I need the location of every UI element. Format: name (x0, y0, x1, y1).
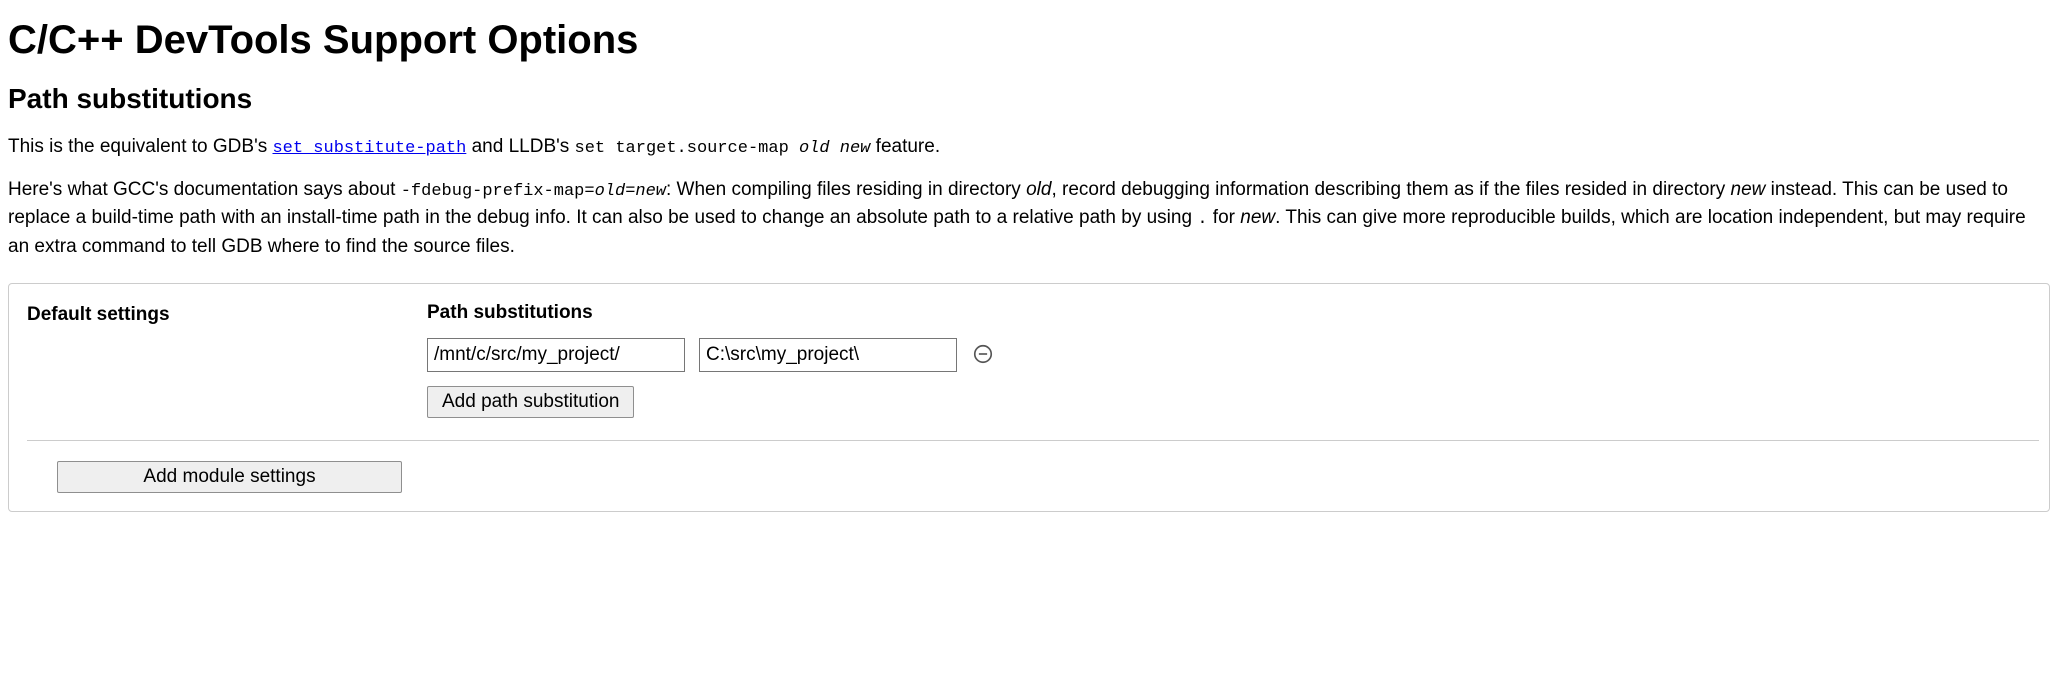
path-to-input[interactable] (699, 338, 957, 372)
set-substitute-path-link[interactable]: set substitute-path (272, 139, 466, 158)
settings-panel: Default settings Path substitutions Add … (8, 283, 2050, 512)
code-fdebug-prefix-map: -fdebug-prefix-map= (401, 182, 595, 201)
path-substitution-row (427, 338, 2039, 372)
remove-path-button[interactable] (971, 343, 995, 367)
path-from-input[interactable] (427, 338, 685, 372)
add-path-substitution-button[interactable]: Add path substitution (427, 386, 634, 418)
code-set-target-source-map: set target.source-map (575, 139, 799, 158)
page-title: C/C++ DevTools Support Options (8, 18, 2050, 63)
divider (27, 440, 2039, 441)
path-substitutions-label: Path substitutions (427, 302, 2039, 324)
section-heading: Path substitutions (8, 83, 2050, 115)
description-paragraph-2: Here's what GCC's documentation says abo… (8, 176, 2050, 262)
default-settings-label: Default settings (27, 302, 427, 326)
description-paragraph-1: This is the equivalent to GDB's set subs… (8, 133, 2050, 162)
add-module-settings-button[interactable]: Add module settings (57, 461, 402, 493)
minus-circle-icon (972, 343, 994, 368)
